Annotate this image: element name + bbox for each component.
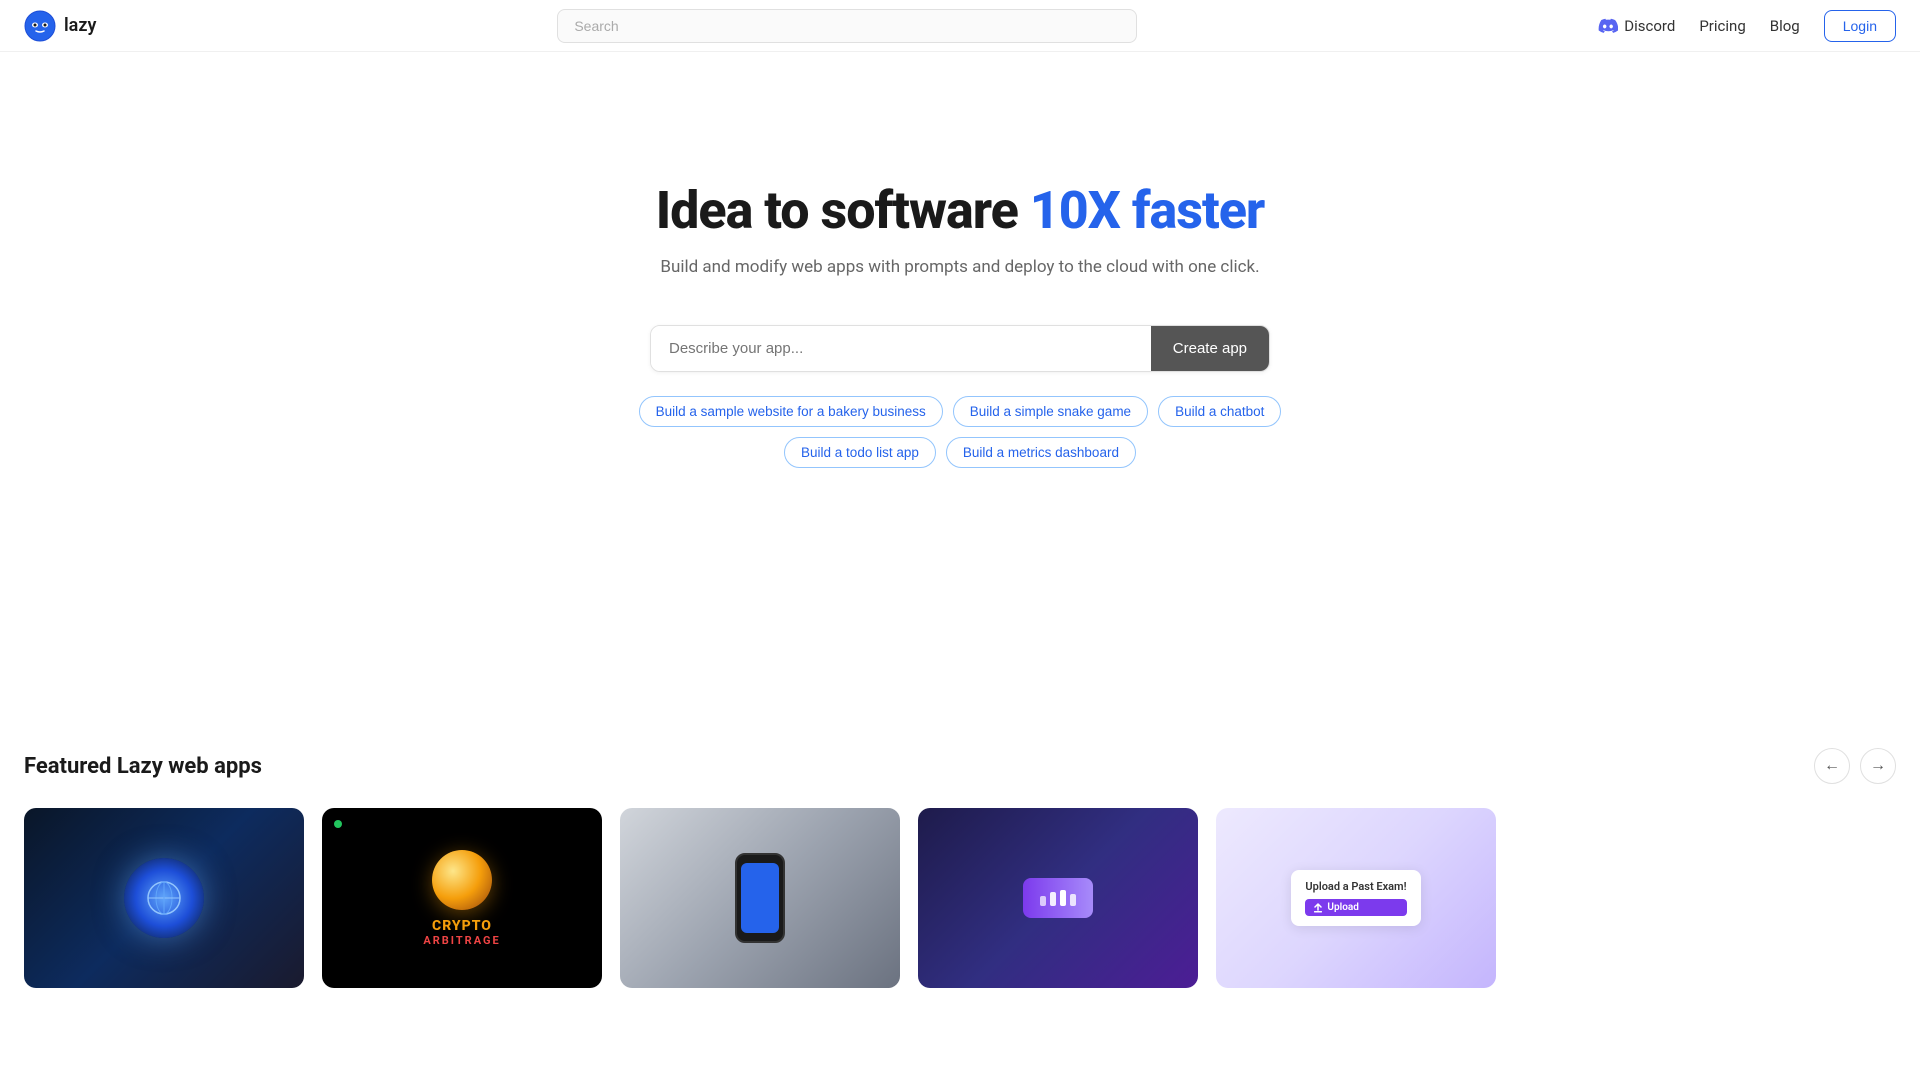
phone-mockup-visual [735,853,785,943]
hero-title-highlight: 10X faster [1030,180,1265,241]
featured-card-1[interactable] [24,808,304,988]
crypto-coin-visual [432,850,492,910]
suggestion-pills: Build a sample website for a bakery busi… [610,396,1310,468]
logo[interactable]: lazy [24,10,96,42]
discord-icon [1598,16,1618,36]
card-3-bg [620,808,900,988]
pricing-label: Pricing [1699,17,1745,35]
hero-title-plain: Idea to software [656,180,1030,241]
create-app-button[interactable]: Create app [1151,326,1269,371]
pricing-link[interactable]: Pricing [1699,17,1745,35]
search-input[interactable] [557,9,1137,43]
blog-label: Blog [1770,17,1800,35]
suggestion-pill-bakery[interactable]: Build a sample website for a bakery busi… [639,396,943,427]
search-container [557,9,1137,43]
logo-label: lazy [64,15,96,36]
exam-card-title: Upload a Past Exam! [1305,880,1406,893]
live-indicator [334,820,342,828]
dashboard-bars-icon [1038,888,1078,908]
card-2-bg: CRYPTO ARBITRAGE [322,808,602,988]
header: lazy Discord Pricing Blog Login [0,0,1920,52]
featured-section: Featured Lazy web apps ← → [0,748,1920,988]
discord-label: Discord [1624,17,1675,35]
globe-icon [144,878,184,918]
featured-card-5[interactable]: Upload a Past Exam! Upload [1216,808,1496,988]
phone-screen [741,863,779,933]
carousel-next-button[interactable]: → [1860,748,1896,784]
suggestion-pill-chatbot[interactable]: Build a chatbot [1158,396,1281,427]
purple-dash-visual [1023,878,1093,918]
app-input-container: Create app [650,325,1270,372]
suggestion-pill-metrics[interactable]: Build a metrics dashboard [946,437,1136,468]
carousel-prev-button[interactable]: ← [1814,748,1850,784]
featured-card-4[interactable] [918,808,1198,988]
suggestion-pill-todo[interactable]: Build a todo list app [784,437,936,468]
crypto-subtitle: ARBITRAGE [423,934,500,947]
tech-globe-visual [124,858,204,938]
login-button[interactable]: Login [1824,10,1896,42]
featured-cards-row: CRYPTO ARBITRAGE [24,808,1896,988]
featured-title: Featured Lazy web apps [24,754,262,779]
blog-link[interactable]: Blog [1770,17,1800,35]
app-describe-input[interactable] [651,326,1151,371]
carousel-nav: ← → [1814,748,1896,784]
crypto-title: CRYPTO [432,918,492,934]
card-5-bg: Upload a Past Exam! Upload [1216,808,1496,988]
featured-card-3[interactable] [620,808,900,988]
upload-icon [1313,903,1323,913]
hero-section: Idea to software 10X faster Build and mo… [0,0,1920,528]
featured-header: Featured Lazy web apps ← → [24,748,1896,784]
hero-title: Idea to software 10X faster [656,180,1265,241]
card-1-bg [24,808,304,988]
exam-upload-card: Upload a Past Exam! Upload [1291,870,1420,926]
card-4-bg [918,808,1198,988]
exam-upload-btn-visual: Upload [1305,899,1406,916]
hero-subtitle: Build and modify web apps with prompts a… [660,257,1259,277]
nav-links: Discord Pricing Blog Login [1598,10,1896,42]
suggestion-pill-snake[interactable]: Build a simple snake game [953,396,1148,427]
discord-link[interactable]: Discord [1598,16,1675,36]
featured-card-2[interactable]: CRYPTO ARBITRAGE [322,808,602,988]
lazy-logo-icon [24,10,56,42]
